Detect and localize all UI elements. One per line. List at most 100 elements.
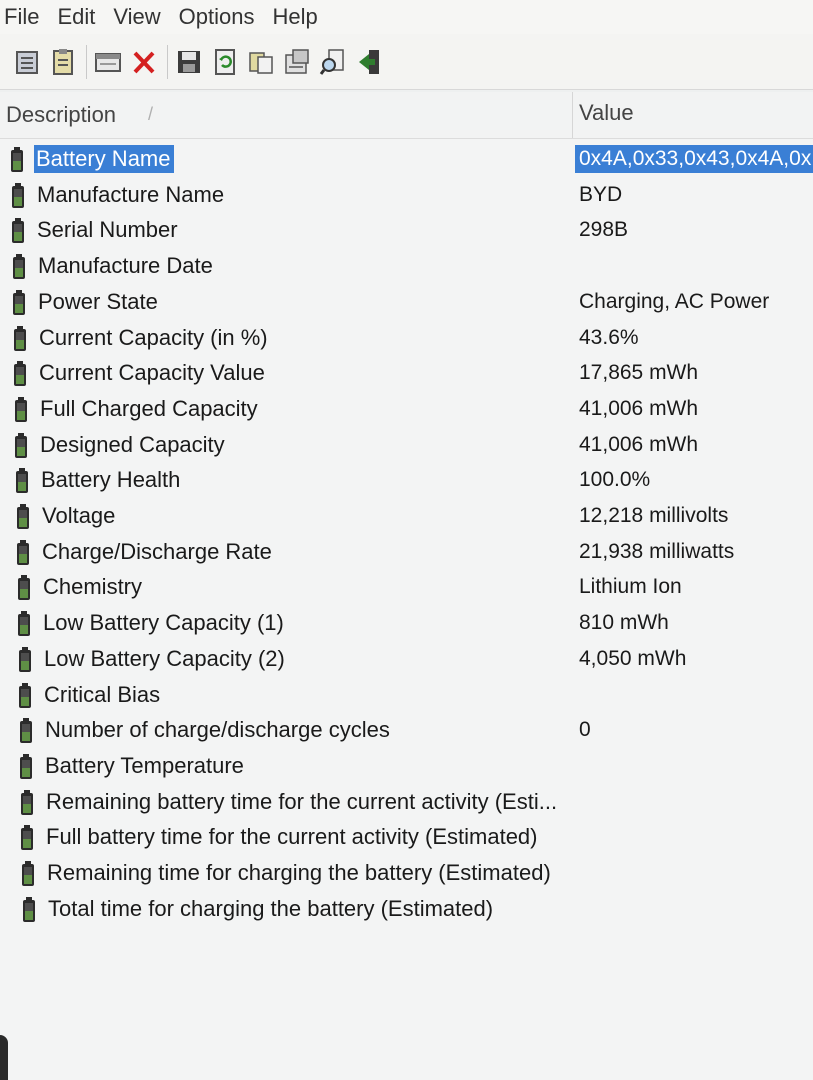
row-value: 100.0% — [579, 468, 651, 492]
list-row[interactable]: Low Battery Capacity (1) 810 mWh — [0, 606, 813, 641]
list-header: Description / Value — [0, 92, 813, 139]
list-row[interactable]: Critical Bias — [0, 678, 813, 713]
row-value: 41,006 mWh — [579, 396, 699, 420]
row-description: Battery Temperature — [45, 752, 244, 778]
row-description: Current Capacity Value — [39, 360, 265, 386]
battery-icon — [12, 254, 26, 280]
battery-icon — [14, 396, 28, 423]
list-row[interactable]: Voltage 12,218 millivolts — [0, 499, 813, 534]
row-description: Low Battery Capacity (1) — [43, 610, 284, 636]
list-row[interactable]: Full Charged Capacity 41,006 mWh — [0, 392, 813, 427]
exit-button[interactable] — [354, 45, 384, 79]
battery-icon — [18, 646, 32, 673]
list-row[interactable]: Low Battery Capacity (2) 4,050 mWh — [0, 642, 813, 677]
battery-icon — [13, 325, 27, 352]
refresh-icon — [215, 48, 235, 75]
column-divider[interactable] — [572, 92, 573, 138]
menu-file[interactable]: File — [0, 4, 51, 30]
copy-button[interactable] — [246, 45, 276, 79]
list-row[interactable]: Manufacture Name BYD — [0, 178, 813, 213]
battery-icon — [21, 861, 35, 887]
column-header-description[interactable]: Description — [6, 102, 116, 128]
row-description: Current Capacity (in %) — [39, 324, 268, 350]
row-value: 12,218 millivolts — [579, 504, 729, 527]
battery-info-list[interactable]: Description / Value Battery Name 0x4A,0x3… — [0, 92, 813, 1080]
row-description: Number of charge/discharge cycles — [45, 717, 390, 743]
row-value: 0 — [579, 718, 591, 742]
save-button[interactable] — [174, 45, 204, 79]
menu-view[interactable]: View — [107, 4, 172, 30]
list-row[interactable]: Full battery time for the current activi… — [0, 820, 813, 855]
menu-options[interactable]: Options — [173, 4, 267, 30]
list-row[interactable]: Current Capacity (in %) 43.6% — [0, 321, 813, 356]
row-description: Battery Name — [34, 145, 174, 173]
row-value: 0x4A,0x33,0x43,0x4A,0x — [575, 145, 813, 173]
save-icon — [178, 50, 200, 73]
list-row[interactable]: Battery Name 0x4A,0x33,0x43,0x4A,0x — [0, 142, 813, 177]
list-row[interactable]: Manufacture Date — [0, 249, 813, 284]
html-report-icon — [285, 48, 309, 74]
list-row[interactable]: Power State Charging, AC Power — [0, 285, 813, 320]
list-row[interactable]: Serial Number 298B — [0, 213, 813, 248]
close-x-icon — [133, 51, 155, 73]
row-value: 43.6% — [579, 325, 639, 349]
sort-indicator-icon: / — [148, 104, 154, 124]
find-button[interactable] — [318, 45, 348, 79]
menu-bar: File Edit View Options Help — [0, 0, 813, 34]
battery-icon — [11, 218, 25, 244]
battery-icon — [18, 682, 32, 709]
list-row[interactable]: Battery Health 100.0% — [0, 463, 813, 498]
list-row[interactable]: Remaining battery time for the current a… — [0, 785, 813, 820]
row-description: Voltage — [42, 503, 116, 528]
battery-icon — [13, 361, 27, 387]
exit-icon — [359, 49, 379, 74]
toolbar-separator — [167, 44, 168, 79]
battery-icon — [16, 539, 30, 566]
properties-icon — [16, 50, 38, 74]
menu-edit[interactable]: Edit — [51, 4, 107, 30]
list-row[interactable]: Charge/Discharge Rate 21,938 milliwatts — [0, 535, 813, 570]
row-description: Battery Health — [41, 467, 181, 493]
find-icon — [319, 48, 344, 75]
battery-icon — [14, 432, 28, 459]
toolbar — [0, 34, 813, 90]
row-value: 21,938 milliwatts — [579, 539, 735, 563]
row-description: Designed Capacity — [40, 431, 225, 457]
row-description: Remaining battery time for the current a… — [46, 788, 558, 814]
row-description: Power State — [38, 288, 158, 314]
battery-icon — [22, 896, 36, 923]
delete-button[interactable] — [129, 45, 159, 79]
row-description: Serial Number — [37, 217, 178, 243]
menu-help[interactable]: Help — [267, 4, 330, 30]
battery-icon — [16, 504, 30, 530]
list-row[interactable]: Designed Capacity 41,006 mWh — [0, 428, 813, 463]
row-description: Low Battery Capacity (2) — [44, 645, 285, 671]
battery-icon — [17, 575, 31, 601]
row-value: Charging, AC Power — [579, 289, 770, 313]
column-header-value[interactable]: Value — [579, 100, 634, 126]
clipboard-icon — [53, 48, 73, 75]
html-report-button[interactable] — [282, 45, 312, 79]
row-value: 41,006 mWh — [579, 432, 699, 456]
battery-icon — [10, 147, 24, 173]
row-value: BYD — [579, 182, 623, 206]
row-description: Total time for charging the battery (Est… — [48, 895, 494, 921]
toolbar-separator — [86, 44, 87, 79]
list-row[interactable]: Total time for charging the battery (Est… — [0, 892, 813, 927]
row-description: Full Charged Capacity — [40, 395, 258, 421]
list-row[interactable]: Battery Temperature — [0, 749, 813, 784]
list-row[interactable]: Chemistry Lithium Ion — [0, 570, 813, 605]
row-description: Chemistry — [43, 574, 143, 600]
row-description: Charge/Discharge Rate — [42, 538, 272, 564]
battery-icon — [19, 753, 33, 780]
clipboard-button[interactable] — [48, 45, 78, 79]
list-row[interactable]: Current Capacity Value 17,865 mWh — [0, 356, 813, 391]
properties-button[interactable] — [12, 45, 42, 79]
list-row[interactable]: Remaining time for charging the battery … — [0, 856, 813, 891]
refresh-button[interactable] — [210, 45, 240, 79]
list-row[interactable]: Number of charge/discharge cycles 0 — [0, 713, 813, 748]
screen-bezel — [0, 1035, 8, 1080]
battery-icon — [11, 182, 25, 209]
row-value: 810 mWh — [579, 611, 669, 635]
window-button[interactable] — [93, 45, 123, 79]
